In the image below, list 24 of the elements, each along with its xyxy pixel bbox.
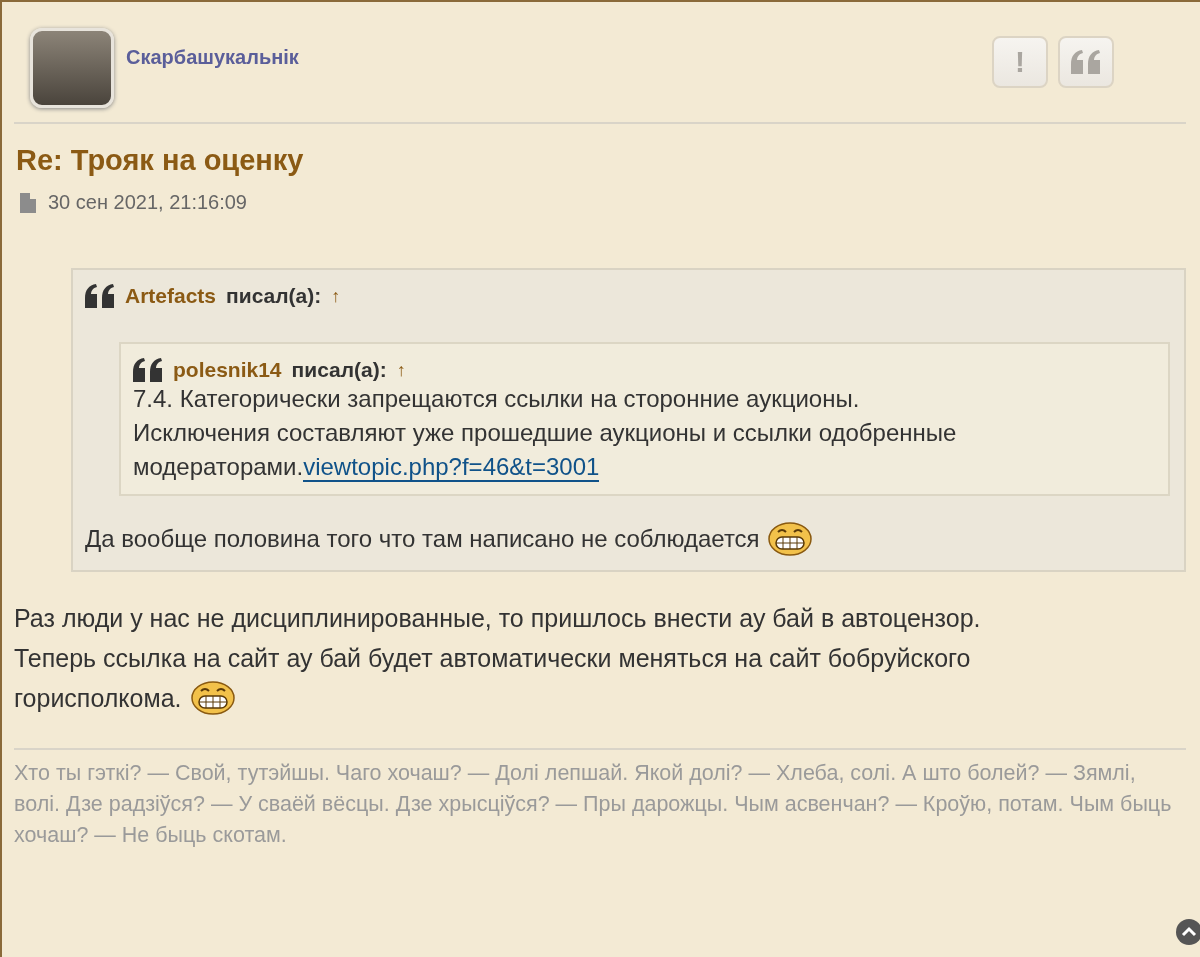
grinning-smiley-icon [191,681,236,715]
quote-author[interactable]: Artefacts [125,284,217,308]
post-date: 30 сен 2021, 21:16:09 [48,191,247,214]
quote-text: Исключения составляют уже прошедшие аукционы и ссылки одобренные модераторами.viewtopic.php?f=46&t=3001 [133,418,958,484]
quote-icon [1071,50,1101,74]
jump-to-post-link[interactable]: ↑ [396,359,406,381]
author-name[interactable]: Скарбашукальнік [126,46,992,69]
grinning-smiley-icon [767,522,812,556]
quote-author[interactable]: polesnik14 [173,358,282,382]
post-text: Теперь ссылка на сайт ау бай будет автоматически меняться на сайт бобруйского [14,643,971,674]
quote-text: 7.4. Категорически запрещаются ссылки на сторонние аукционы. [133,384,861,414]
quote-text: Да вообще половина того что там написано не соблюдается [85,524,760,554]
quote-wrote-label: писал(а): [291,358,387,382]
document-icon [20,192,36,213]
jump-to-post-link[interactable]: ↑ [331,285,341,307]
post-text: горисполкома. [14,683,182,714]
scroll-to-top-icon[interactable] [1176,919,1200,945]
quote-icon [85,284,115,308]
post-text: Раз люди у нас не дисциплинированные, то пришлось внести ау бай в автоцензор. [14,603,981,634]
quote-icon [133,358,163,382]
quote-wrote-label: писал(а): [226,284,322,308]
post-title[interactable]: Re: Трояк на оценку [16,144,1186,177]
topic-link[interactable]: viewtopic.php?f=46&t=3001 [303,453,600,482]
signature-text: Хто ты гэткі? — Свой, тутэйшы. Чаго хочаш? — Долі лепшай. Якой долі? — Хлеба, солі. А што болей? — Зямлі, волі. Дзе радзіўся? — У сваёй вёсцы. Дзе хрысціўся? — Пры дарожцы. Чым асвенчан? — Кроўю, потам. Чым быць хочаш? — Не быць скотам. [14,760,1173,849]
